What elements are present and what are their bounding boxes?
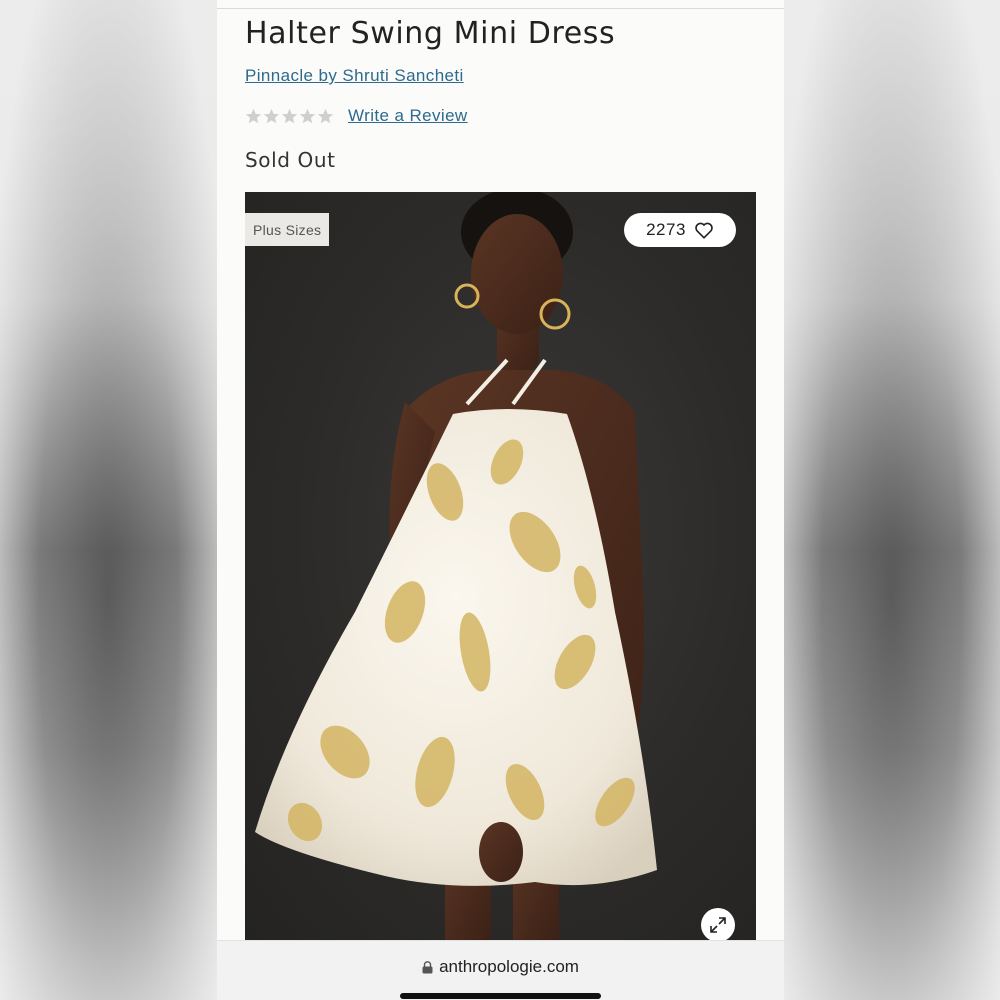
header-divider [217, 8, 784, 9]
star-rating[interactable] [245, 108, 334, 125]
brand-link[interactable]: Pinnacle by Shruti Sancheti [245, 66, 464, 86]
favorites-count: 2273 [646, 220, 686, 239]
url-display[interactable]: anthropologie.com [217, 957, 784, 977]
expand-icon [710, 917, 726, 933]
lock-icon [422, 960, 433, 973]
stock-status: Sold Out [245, 148, 336, 172]
star-icon [299, 108, 316, 123]
zoom-button[interactable] [701, 908, 735, 940]
product-image[interactable]: Plus Sizes 2273 [245, 192, 756, 940]
star-icon [317, 108, 334, 123]
rating-row: Write a Review [245, 104, 468, 128]
star-icon [281, 108, 298, 123]
home-indicator[interactable] [400, 993, 601, 999]
product-title: Halter Swing Mini Dress [245, 16, 616, 51]
heart-icon [695, 222, 713, 239]
url-text: anthropologie.com [439, 957, 579, 976]
blurred-background-left [0, 0, 217, 1000]
favorite-button[interactable]: 2273 [624, 213, 736, 247]
blurred-background-right [783, 0, 1000, 1000]
star-icon [263, 108, 280, 123]
star-icon [245, 108, 262, 123]
write-review-link[interactable]: Write a Review [348, 106, 468, 126]
plus-sizes-badge: Plus Sizes [245, 213, 330, 246]
browser-address-bar: anthropologie.com [217, 940, 784, 1000]
phone-screen: Halter Swing Mini Dress Pinnacle by Shru… [217, 0, 784, 1000]
